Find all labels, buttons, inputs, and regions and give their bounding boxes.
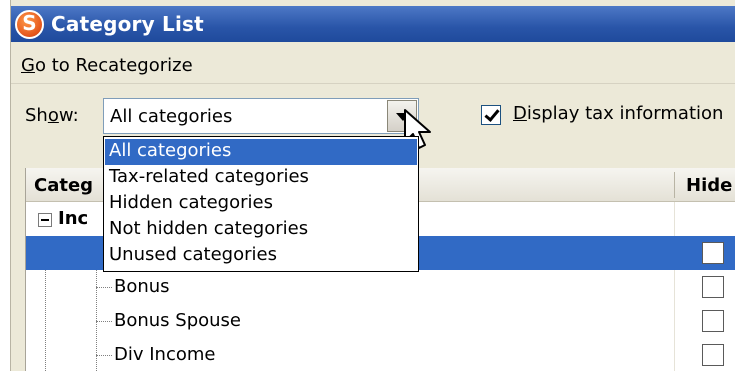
category-name: Div Income bbox=[114, 344, 216, 365]
show-filter-value: All categories bbox=[110, 106, 233, 127]
recategorize-accesskey: G bbox=[21, 55, 35, 76]
dropdown-option-all[interactable]: All categories bbox=[105, 139, 417, 165]
show-filter-select[interactable]: All categories bbox=[103, 98, 419, 134]
collapse-minus-icon[interactable] bbox=[38, 213, 52, 227]
hide-checkbox[interactable] bbox=[702, 242, 724, 264]
show-label-accesskey: o bbox=[47, 105, 59, 126]
column-divider bbox=[674, 172, 675, 198]
display-tax-label-text: isplay tax information bbox=[526, 103, 724, 124]
display-tax-checkbox[interactable] bbox=[481, 105, 501, 125]
table-row[interactable]: Bonus bbox=[26, 270, 735, 304]
show-filter-dropdown-list: All categories Tax-related categories Hi… bbox=[103, 136, 419, 272]
hide-checkbox[interactable] bbox=[702, 276, 724, 298]
display-tax-accesskey: D bbox=[513, 103, 527, 124]
category-name: Bonus bbox=[114, 276, 170, 297]
tree-line bbox=[96, 355, 112, 356]
table-row[interactable]: Div Income bbox=[26, 338, 735, 371]
dropdown-option-tax-related[interactable]: Tax-related categories bbox=[105, 165, 417, 191]
window-title: Category List bbox=[51, 12, 204, 36]
hide-checkbox[interactable] bbox=[702, 344, 724, 366]
column-header-category[interactable]: Categ bbox=[34, 175, 93, 196]
show-label-part: Sh bbox=[25, 105, 48, 126]
column-header-hide[interactable]: Hide bbox=[686, 175, 732, 196]
category-name: Bonus Spouse bbox=[114, 310, 242, 331]
menu-bar: Go to Recategorize bbox=[11, 48, 735, 84]
display-tax-label[interactable]: Display tax information bbox=[513, 103, 723, 124]
table-row[interactable]: Bonus Spouse bbox=[26, 304, 735, 338]
dropdown-option-not-hidden[interactable]: Not hidden categories bbox=[105, 217, 417, 243]
dropdown-option-unused[interactable]: Unused categories bbox=[105, 243, 417, 269]
category-list-window: Category List Go to Recategorize Show: A… bbox=[10, 0, 735, 371]
show-label-part: w: bbox=[58, 105, 79, 126]
tree-line bbox=[96, 321, 112, 322]
dropdown-option-hidden[interactable]: Hidden categories bbox=[105, 191, 417, 217]
hide-checkbox[interactable] bbox=[702, 310, 724, 332]
group-label: Inc bbox=[58, 208, 89, 229]
quicken-s-icon bbox=[15, 10, 44, 39]
title-bar[interactable]: Category List bbox=[11, 6, 735, 42]
tree-line bbox=[96, 287, 112, 288]
show-label: Show: bbox=[25, 105, 79, 126]
go-to-recategorize-link[interactable]: Go to Recategorize bbox=[21, 55, 193, 76]
recategorize-label: o to Recategorize bbox=[34, 55, 193, 76]
